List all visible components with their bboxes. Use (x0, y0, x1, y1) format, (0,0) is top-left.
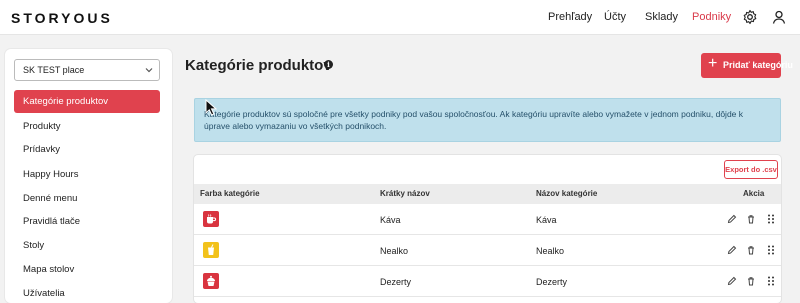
sidebar-item-uzivatelia[interactable]: Užívatelia (14, 282, 160, 303)
page-title: Kategórie produktov (185, 57, 332, 74)
drag-handle-icon[interactable] (766, 276, 776, 286)
plus-icon: + (708, 55, 718, 72)
info-icon[interactable]: i (324, 60, 333, 69)
mouse-cursor-icon (205, 99, 217, 116)
column-header-color: Farba kategórie (200, 189, 260, 198)
drag-handle-icon[interactable] (766, 214, 776, 224)
export-csv-button[interactable]: Export do .csv (724, 160, 778, 179)
sidebar-item-mapa-stolov[interactable]: Mapa stolov (14, 258, 160, 281)
category-color-swatch (203, 242, 219, 258)
categories-table-card: Export do .csv Farba kategórie Krátky ná… (194, 155, 781, 303)
table-row: Dezerty Dezerty (194, 266, 781, 297)
gear-icon[interactable] (742, 9, 758, 25)
sidebar-item-happy-hours[interactable]: Happy Hours (14, 163, 160, 186)
place-select[interactable]: SK TEST place (14, 59, 160, 81)
drag-handle-icon[interactable] (766, 245, 776, 255)
place-select-value: SK TEST place (23, 65, 85, 75)
pencil-icon[interactable] (727, 245, 737, 255)
category-color-swatch (203, 273, 219, 289)
table-header: Farba kategórie Krátky názov Názov kateg… (194, 184, 781, 204)
trash-icon[interactable] (746, 245, 756, 255)
sidebar-item-denne-menu[interactable]: Denné menu (14, 187, 160, 210)
table-row: Káva Káva (194, 204, 781, 235)
trash-icon[interactable] (746, 276, 756, 286)
row-category-name: Káva (536, 215, 557, 225)
column-header-short-name: Krátky názov (380, 189, 430, 198)
sidebar: SK TEST place Kategórie produktov Produk… (5, 49, 172, 303)
user-icon[interactable] (771, 9, 787, 25)
column-header-name: Názov kategórie (536, 189, 598, 198)
sidebar-item-pravidla-tlace[interactable]: Pravidlá tlače (14, 210, 160, 233)
row-short-name: Káva (380, 215, 401, 225)
add-category-label: Pridať kategóriu (723, 60, 793, 70)
row-category-name: Nealko (536, 246, 565, 256)
nav-podniky[interactable]: Podniky (692, 11, 731, 23)
pencil-icon[interactable] (727, 214, 737, 224)
category-color-swatch (203, 211, 219, 227)
row-short-name: Nealko (380, 246, 409, 256)
sidebar-item-pridavky[interactable]: Prídavky (14, 138, 160, 161)
top-bar: STORYOUS Prehľady Účty Sklady Podniky (0, 0, 800, 35)
nav-ucty[interactable]: Účty (604, 11, 626, 23)
soda-cup-icon (208, 244, 214, 255)
row-category-name: Dezerty (536, 277, 568, 287)
chevron-down-icon (145, 68, 153, 73)
cupcake-icon (207, 275, 215, 286)
app-logo[interactable]: STORYOUS (11, 10, 113, 26)
sidebar-item-kategorie-produktov[interactable]: Kategórie produktov (14, 90, 160, 113)
table-row: Nealko Nealko (194, 235, 781, 266)
nav-prehlady[interactable]: Prehľady (548, 11, 592, 23)
trash-icon[interactable] (746, 214, 756, 224)
coffee-cup-icon (207, 214, 217, 224)
sidebar-item-produkty[interactable]: Produkty (14, 115, 160, 138)
info-box: Kategórie produktov sú spoločné pre všet… (194, 98, 781, 142)
column-header-action: Akcia (743, 189, 765, 198)
row-short-name: Dezerty (380, 277, 412, 287)
sidebar-item-stoly[interactable]: Stoly (14, 234, 160, 257)
info-text: Kategórie produktov sú spoločné pre všet… (204, 109, 744, 131)
add-category-button[interactable]: + Pridať kategóriu (701, 53, 793, 78)
nav-sklady[interactable]: Sklady (645, 11, 678, 23)
pencil-icon[interactable] (727, 276, 737, 286)
